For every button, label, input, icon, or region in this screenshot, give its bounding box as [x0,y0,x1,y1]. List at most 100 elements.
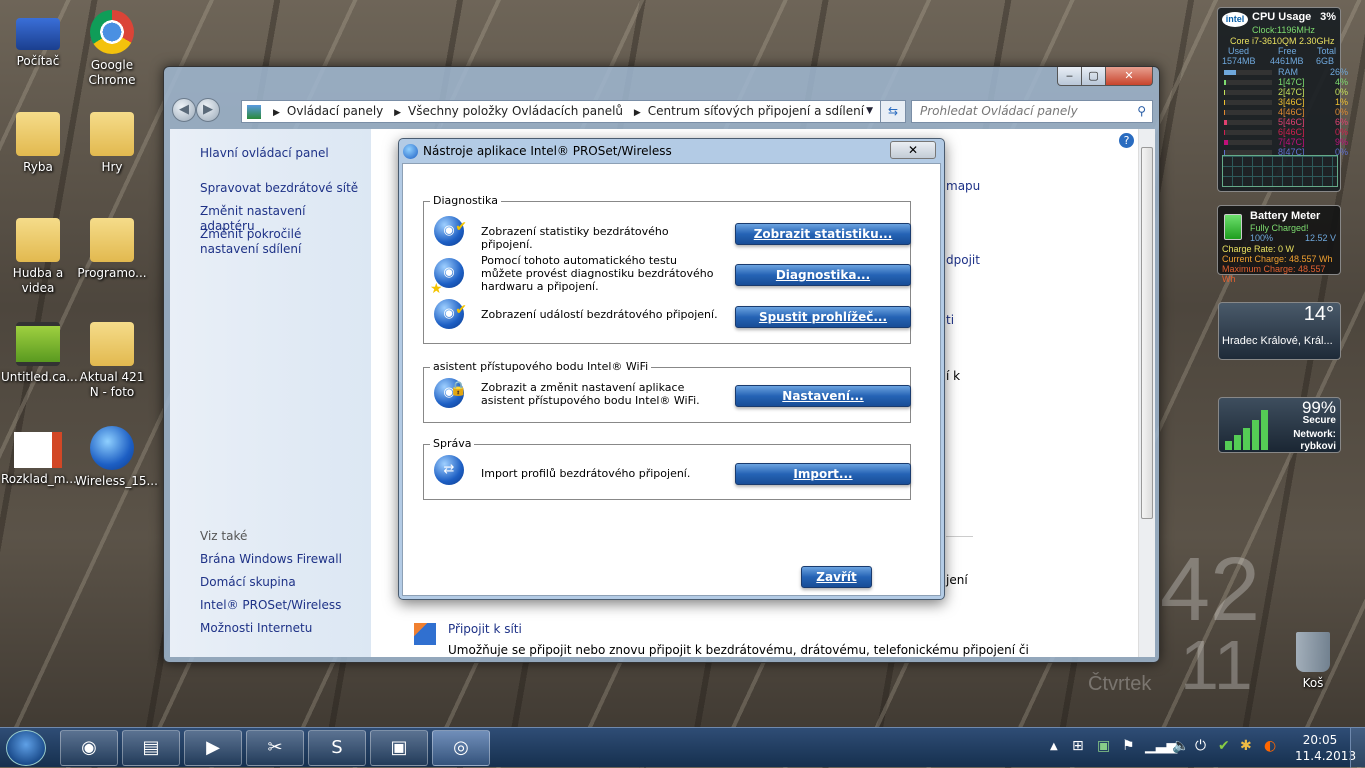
group-access-point: asistent přístupového bodu Intel® WiFi ◉… [423,360,911,423]
desktop-icon-computer[interactable]: Počítač [1,12,75,69]
connect-network-link[interactable]: Připojit k síti [448,622,522,636]
back-button[interactable]: ◀ [172,98,196,122]
group-diagnostika: Diagnostika ◉ ✔ Zobrazení statistiky bezdr… [423,194,911,344]
taskbar-control-panel[interactable]: ▣ [370,730,428,766]
left-link-advanced-sharing[interactable]: Změnit pokročilé nastavení sdílení [200,227,360,257]
control-panel-icon [247,105,261,119]
usage-bar [1224,70,1272,75]
action-center-flag-icon[interactable]: ⚑ [1122,738,1135,754]
desktop-icon-rozklad[interactable]: Rozklad_m... [1,432,77,487]
taskbar-skype[interactable]: S [308,730,366,766]
search-input[interactable]: Prohledat Ovládací panely ⚲ [911,100,1153,123]
refresh-button[interactable]: ⇆ [880,100,906,123]
vertical-scrollbar[interactable] [1138,129,1155,657]
row-label: 1[47C] [1278,77,1305,87]
desktop-icon-programo[interactable]: Programo... [75,218,149,281]
battery-meter-gadget[interactable]: Battery Meter Fully Charged! 100% 12.52 … [1217,205,1341,284]
desktop-icon-untitled[interactable]: Untitled.ca... [1,322,78,385]
battery-icon [1224,214,1242,240]
usage-bar [1224,120,1272,125]
taskbar-media-player[interactable]: ▶ [184,730,242,766]
navigation-buttons: ◀ ▶ [172,98,230,124]
chevron-down-icon[interactable]: ▼ [866,101,873,122]
show-hidden-icons[interactable]: ▲ [1050,741,1058,752]
left-link-home[interactable]: Hlavní ovládací panel [200,146,360,161]
cpu-history-graph [1222,155,1338,187]
taskbar-clock[interactable]: 20:05 11.4.2013 [1295,732,1356,764]
avast-icon[interactable]: ◐ [1264,738,1276,754]
wireless-diagnostic-icon: ◉ ★ [430,258,464,297]
power-icon[interactable]: ⏻ [1195,738,1206,754]
breadcrumb-item[interactable]: Ovládací panely [287,104,383,118]
wireless-icon [90,426,134,470]
row-label: 7[47C] [1278,137,1305,147]
launch-viewer-button[interactable]: Spustit prohlížeč... [735,306,911,328]
desktop-icon-hry[interactable]: Hry [75,112,149,175]
row-label: 5[46C] [1278,117,1305,127]
desktop-icon-hudba[interactable]: Hudba a videa [1,218,75,296]
scrollbar-thumb[interactable] [1141,147,1153,519]
show-desktop-button[interactable] [1350,728,1365,768]
taskbar-chrome[interactable]: ◉ [60,730,118,766]
wireless-icon [403,144,418,159]
taskbar-proset-wireless[interactable]: ◎ [432,730,490,766]
cpu-row: 1[47C] 4% [1224,78,1348,87]
address-bar[interactable]: ▶ Ovládací panely ▶ Všechny položky Ovláda… [241,100,904,123]
dialog-close-action-button[interactable]: Zavřít [801,566,872,588]
taskbar-snipping-tool[interactable]: ✂ [246,730,304,766]
taskbar: ◉ ▤ ▶ ✂ S ▣ ◎ ▲ ⊞ ▣ ⚑ ▁▃▅ 🔈 ⏻ ✔ ✱ ◐ 20:0… [0,727,1365,768]
row-label: 6[46C] [1278,127,1305,137]
row-label: RAM [1278,67,1298,77]
breadcrumb-item[interactable]: Centrum síťových připojení a sdílení [648,104,864,118]
dialog-close-button[interactable]: ✕ [890,141,936,159]
usage-bar [1224,80,1272,85]
row-percent: 0% [1334,107,1348,117]
show-statistics-button[interactable]: Zobrazit statistiku... [735,223,911,245]
network-sharing-icon[interactable]: ✱ [1240,738,1252,754]
row-percent: 6% [1334,117,1348,127]
intel-logo: intel [1222,12,1248,27]
weather-gadget[interactable]: 14° Hradec Králové, Král... [1218,302,1341,360]
powerpoint-file-icon [14,432,62,468]
close-button[interactable]: ✕ [1105,67,1153,86]
desktop-icon-recycle-bin[interactable]: Koš [1276,632,1350,691]
minimize-button[interactable]: ‒ [1057,67,1082,86]
help-icon[interactable]: ? [1119,133,1134,148]
forward-button[interactable]: ▶ [196,98,220,122]
search-icon[interactable]: ⚲ [1137,101,1146,122]
folder-icon [90,218,134,262]
computer-icon [16,18,60,50]
cpu-row: RAM 26% [1224,68,1348,77]
see-also-internet-options[interactable]: Možnosti Internetu [200,621,360,636]
see-also-title: Viz také [200,529,248,543]
desktop-icon-wireless[interactable]: Wireless_15... [75,426,158,489]
recycle-bin-icon [1296,632,1330,672]
taskbar-explorer[interactable]: ▤ [122,730,180,766]
import-button[interactable]: Import... [735,463,911,485]
volume-icon[interactable]: 🔈 [1172,738,1189,754]
start-button[interactable] [6,730,46,766]
desktop-icon-ryba[interactable]: Ryba [1,112,75,175]
maximize-button[interactable]: ▢ [1081,67,1106,86]
folder-icon [90,322,134,366]
network-gadget[interactable]: 99% Secure Network: rybkovi [1218,397,1341,453]
settings-button[interactable]: Nastavení... [735,385,911,407]
row-percent: 1% [1334,97,1348,107]
left-link-manage-wireless[interactable]: Spravovat bezdrátové sítě [200,181,360,196]
skype-tray-icon[interactable]: ✔ [1218,738,1230,754]
tray-app-icon[interactable]: ▣ [1097,738,1110,754]
connect-network-description: Umožňuje se připojit nebo znovu připojit… [448,643,1029,657]
dialog-title: Nástroje aplikace Intel® PROSet/Wireless [423,144,672,158]
cpu-row: 7[47C] 9% [1224,138,1348,147]
diagnostics-button[interactable]: Diagnostika... [735,264,911,286]
breadcrumb-item[interactable]: Všechny položky Ovládacích panelů [408,104,623,118]
desktop-icon-chrome[interactable]: Google Chrome [75,10,149,88]
windows-update-icon[interactable]: ⊞ [1072,738,1084,754]
desktop-icon-aktual[interactable]: Aktual 421 N - foto [75,322,149,400]
row-label: 3[46C] [1278,97,1305,107]
see-also-homegroup[interactable]: Domácí skupina [200,575,360,590]
see-also-proset[interactable]: Intel® PROSet/Wireless [200,598,360,613]
see-also-firewall[interactable]: Brána Windows Firewall [200,552,360,567]
cpu-row: 2[47C] 0% [1224,88,1348,97]
cpu-usage-gadget[interactable]: intel CPU Usage 3% Clock:1196MHz Core i7… [1217,7,1348,192]
